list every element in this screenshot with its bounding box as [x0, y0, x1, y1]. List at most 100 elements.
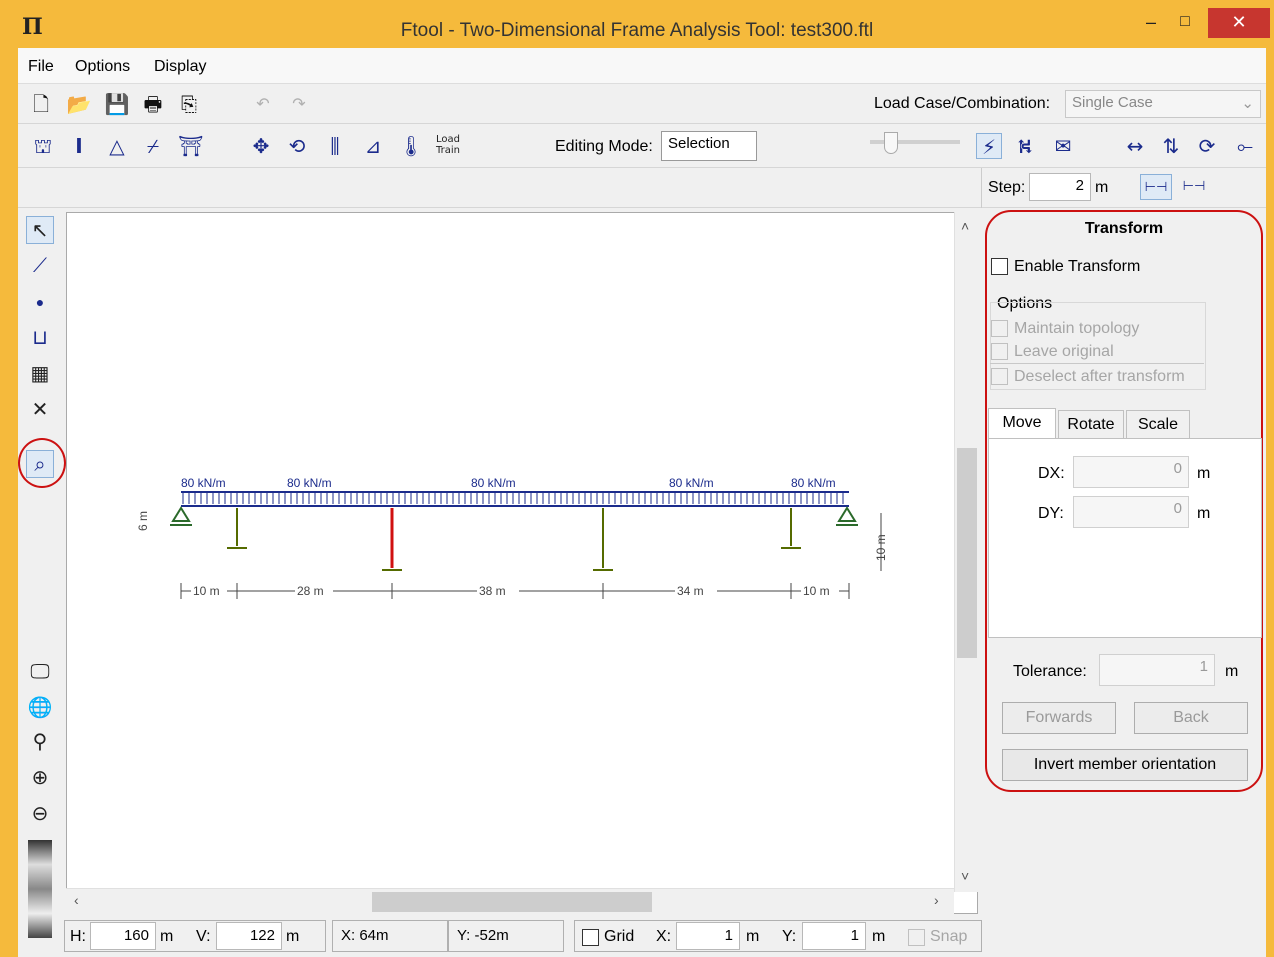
diagram-icon[interactable]: ⚡: [976, 133, 1002, 159]
display-screen-icon[interactable]: 🖵: [26, 658, 54, 686]
vertical-scrollbar[interactable]: ˄ ˅: [954, 212, 978, 892]
load-case-value: Single Case: [1072, 94, 1153, 111]
tool-palette: ↖ ⟋ ● ⊔ ▦ ✕ ⌕ 🖵 🌐 ⚲ ⊕ ⊖: [18, 208, 66, 948]
h-input[interactable]: 160: [90, 922, 156, 950]
redo-icon[interactable]: ↷: [286, 91, 312, 117]
deselect-after-label: Deselect after transform: [1014, 368, 1185, 385]
bending-moment-icon[interactable]: ⟳: [1194, 133, 1220, 159]
left-height-label: 6 m: [136, 511, 150, 531]
editing-mode-label: Editing Mode:: [555, 138, 653, 155]
axial-force-icon[interactable]: ↔: [1122, 133, 1148, 159]
support-icon[interactable]: △: [104, 133, 130, 159]
load-label-4: 80 kN/m: [669, 476, 714, 490]
section-icon[interactable]: I: [66, 133, 92, 159]
scroll-right-icon[interactable]: ›: [934, 892, 939, 908]
snap-checkbox[interactable]: [908, 929, 925, 946]
nodal-force-icon[interactable]: ✥: [248, 133, 274, 159]
close-button[interactable]: ✕: [1208, 8, 1270, 38]
slider-handle[interactable]: [884, 132, 898, 154]
forwards-button[interactable]: Forwards: [1002, 702, 1116, 734]
thermal-load-icon[interactable]: 🌡: [398, 133, 424, 159]
open-folder-icon[interactable]: 📂: [66, 91, 92, 117]
deformed-icon[interactable]: ⛕: [1012, 133, 1038, 159]
load-train-button[interactable]: Load Train: [432, 134, 464, 160]
new-file-icon[interactable]: 🗋: [28, 91, 54, 117]
frame-icon[interactable]: ⛩: [178, 133, 204, 159]
deselect-after-checkbox[interactable]: [991, 368, 1008, 385]
tolerance-unit: m: [1225, 663, 1239, 680]
load-arrows: [182, 493, 844, 504]
v-input[interactable]: 122: [216, 922, 282, 950]
horizontal-scroll-thumb[interactable]: [372, 892, 652, 912]
h-label: H:: [70, 928, 86, 945]
span-label-5: 10 m: [803, 584, 830, 598]
enable-transform-checkbox[interactable]: [991, 258, 1008, 275]
dy-input[interactable]: 0: [1073, 496, 1189, 528]
window-frame-right: [1266, 48, 1274, 957]
tab-rotate[interactable]: Rotate: [1058, 410, 1124, 440]
drawing-canvas[interactable]: 80 kN/m 80 kN/m 80 kN/m 80 kN/m 80 kN/m …: [66, 212, 978, 914]
tab-scale[interactable]: Scale: [1126, 410, 1190, 440]
back-button[interactable]: Back: [1134, 702, 1248, 734]
load-case-select[interactable]: Single Case ⌄: [1065, 90, 1261, 118]
draw-member-icon[interactable]: ⟋: [26, 252, 54, 280]
envelope-icon[interactable]: ✉: [1050, 133, 1076, 159]
transform-panel: Transform Enable Transform Options Maint…: [982, 208, 1266, 956]
h-unit: m: [160, 928, 174, 945]
grid-rule-icon[interactable]: ▦: [26, 360, 54, 388]
shear-force-icon[interactable]: ⇅: [1158, 133, 1184, 159]
editing-mode-field[interactable]: Selection: [661, 131, 757, 161]
tab-move[interactable]: Move: [988, 408, 1056, 440]
menu-display[interactable]: Display: [154, 58, 206, 76]
copy-icon[interactable]: ⎘: [176, 91, 202, 117]
transform-highlight: [18, 438, 66, 488]
maintain-topology-checkbox[interactable]: [991, 320, 1008, 337]
snap-grid-icon[interactable]: ⊢⊣: [1140, 174, 1172, 200]
minimize-button[interactable]: –: [1136, 8, 1166, 38]
zoom-out-icon[interactable]: ⊖: [26, 800, 54, 828]
zoom-in-icon[interactable]: ⊕: [26, 764, 54, 792]
snap-point-icon[interactable]: ⊢⊣: [1178, 174, 1210, 200]
window-frame-left: [0, 48, 18, 957]
transform-title: Transform: [1084, 220, 1164, 237]
grid-x-label: X:: [656, 928, 672, 945]
vertical-scroll-thumb[interactable]: [957, 448, 977, 658]
grid-y-input[interactable]: 1: [802, 922, 866, 950]
scroll-down-icon[interactable]: ˅: [961, 868, 969, 884]
leave-original-checkbox[interactable]: [991, 343, 1008, 360]
maximize-button[interactable]: □: [1170, 8, 1200, 38]
menu-options[interactable]: Options: [75, 58, 130, 76]
linear-load-icon[interactable]: ⊿: [360, 133, 386, 159]
dx-input[interactable]: 0: [1073, 456, 1189, 488]
grid-x-unit: m: [746, 928, 760, 945]
tolerance-input[interactable]: 1: [1099, 654, 1215, 686]
dimension-icon[interactable]: ⊔: [26, 324, 54, 352]
select-pointer-icon[interactable]: ↖: [26, 216, 54, 244]
scroll-left-icon[interactable]: ‹: [74, 892, 79, 908]
right-support: [837, 506, 857, 522]
print-icon[interactable]: 🖶: [140, 91, 166, 117]
undo-icon[interactable]: ↶: [250, 91, 276, 117]
grid-checkbox[interactable]: [582, 929, 599, 946]
step-input[interactable]: 2: [1029, 173, 1091, 201]
uniform-load-icon[interactable]: ⫼: [322, 133, 348, 159]
menu-file[interactable]: File: [28, 58, 54, 76]
material-icon[interactable]: ⛫: [30, 133, 56, 159]
insert-node-icon[interactable]: ●: [26, 288, 54, 316]
step-unit: m: [1095, 179, 1109, 196]
grid-x-input[interactable]: 1: [676, 922, 740, 950]
file-toolbar: 🗋 📂 💾 🖶 ⎘ ↶ ↷ Load Case/Combination: Sin…: [18, 84, 1266, 124]
zoom-icon[interactable]: ⚲: [26, 728, 54, 756]
save-icon[interactable]: 💾: [104, 91, 130, 117]
horizontal-scrollbar[interactable]: ‹ ›: [66, 888, 954, 914]
globe-icon[interactable]: 🌐: [26, 694, 54, 722]
deflection-icon[interactable]: ⟜: [1232, 133, 1258, 159]
delete-icon[interactable]: ✕: [26, 396, 54, 424]
load-label-3: 80 kN/m: [471, 476, 516, 490]
step-label: Step:: [988, 179, 1026, 196]
hinge-icon[interactable]: ⌿: [140, 133, 166, 159]
invert-member-orientation-button[interactable]: Invert member orientation: [1002, 749, 1248, 781]
dy-unit: m: [1197, 505, 1211, 522]
scroll-up-icon[interactable]: ˄: [961, 218, 969, 234]
moment-icon[interactable]: ⟲: [284, 133, 310, 159]
